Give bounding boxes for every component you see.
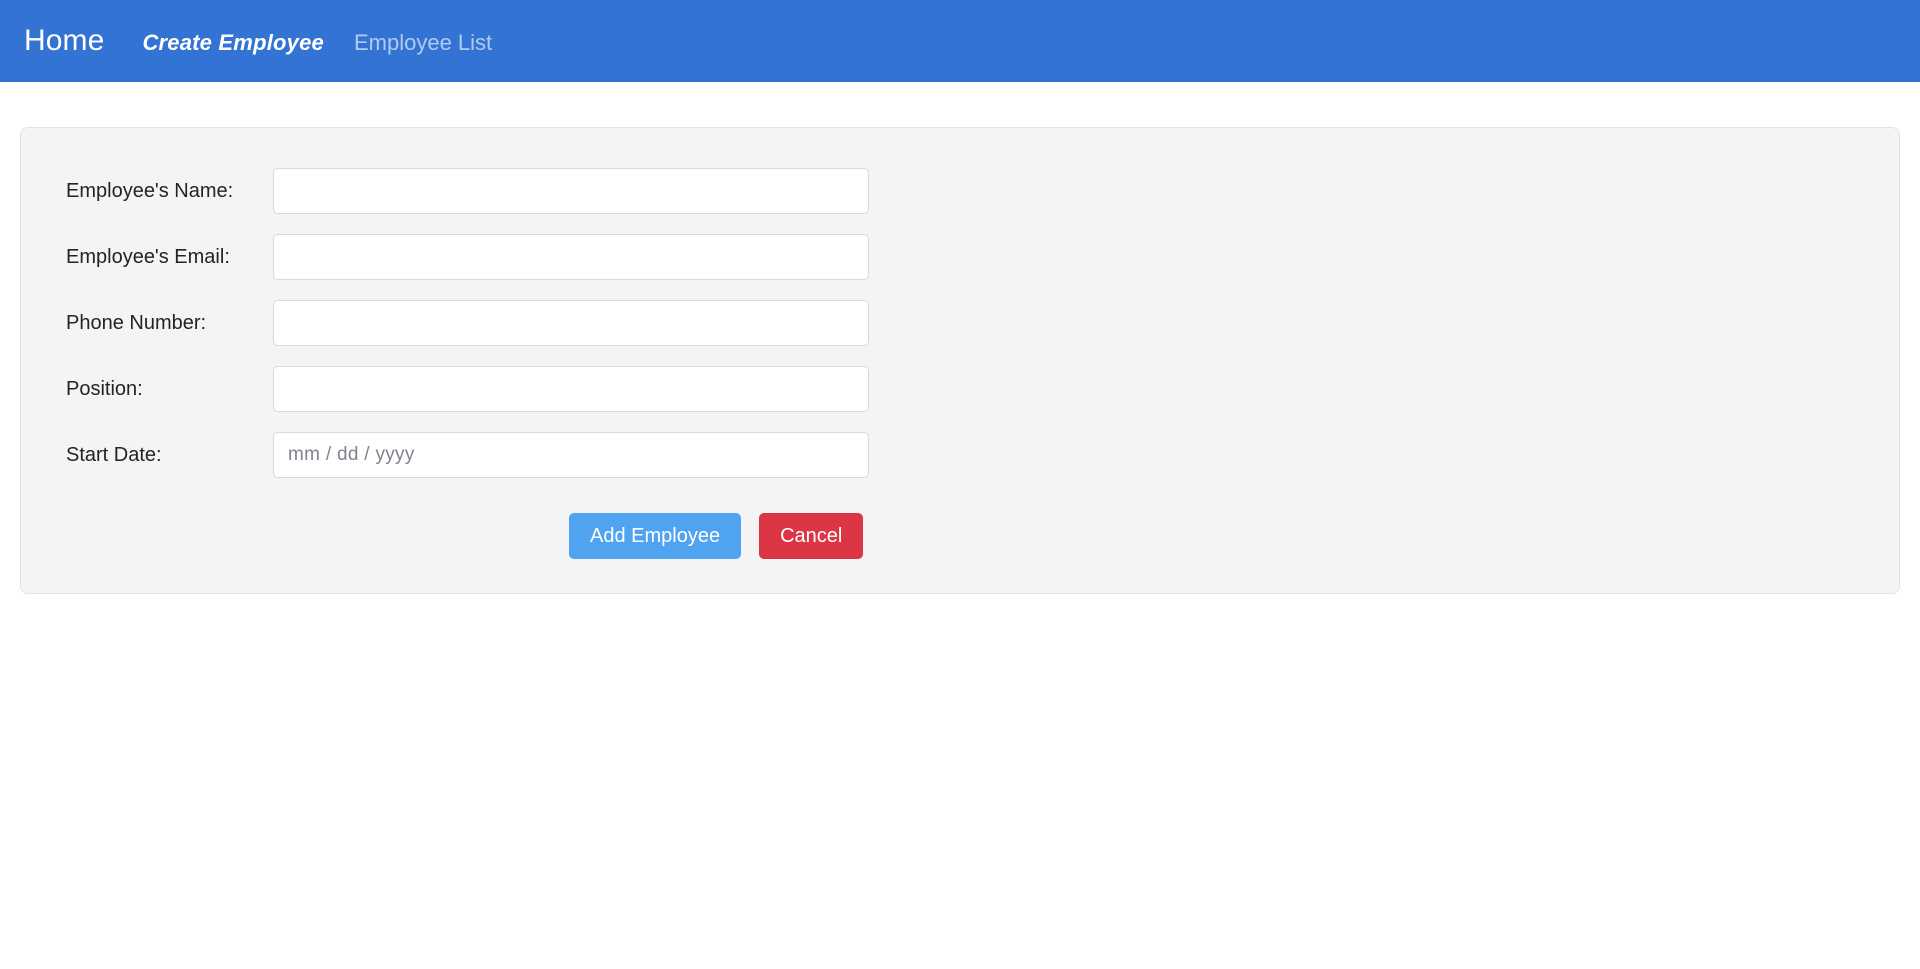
nav-link-create-employee[interactable]: Create Employee — [142, 30, 324, 56]
add-employee-button[interactable]: Add Employee — [569, 513, 742, 559]
label-employee-name: Employee's Name: — [66, 180, 234, 202]
nav-link-home[interactable]: Home — [24, 24, 104, 58]
phone-number-input[interactable] — [273, 300, 869, 346]
form-row-phone: Phone Number: — [21, 290, 1899, 356]
start-date-input[interactable] — [273, 432, 869, 478]
label-position: Position: — [66, 378, 143, 400]
page-body: Employee's Name: Employee's Email: Phone… — [0, 127, 1920, 594]
employee-email-input[interactable] — [273, 234, 869, 280]
cancel-button[interactable]: Cancel — [759, 513, 864, 559]
top-navbar: Home Create Employee Employee List — [0, 0, 1920, 82]
employee-name-input[interactable] — [273, 168, 869, 214]
label-phone-number: Phone Number: — [66, 312, 207, 334]
nav-links: Home Create Employee Employee List — [24, 24, 492, 58]
form-row-start-date: Start Date: — [21, 422, 1899, 488]
nav-link-employee-list[interactable]: Employee List — [354, 30, 492, 56]
position-input[interactable] — [273, 366, 869, 412]
form-button-row: Add Employee Cancel — [21, 513, 1899, 559]
form-row-email: Employee's Email: — [21, 224, 1899, 290]
label-start-date: Start Date: — [66, 444, 162, 466]
label-employee-email: Employee's Email: — [66, 246, 230, 268]
create-employee-form-card: Employee's Name: Employee's Email: Phone… — [20, 127, 1900, 594]
form-row-position: Position: — [21, 356, 1899, 422]
form-row-name: Employee's Name: — [21, 158, 1899, 224]
